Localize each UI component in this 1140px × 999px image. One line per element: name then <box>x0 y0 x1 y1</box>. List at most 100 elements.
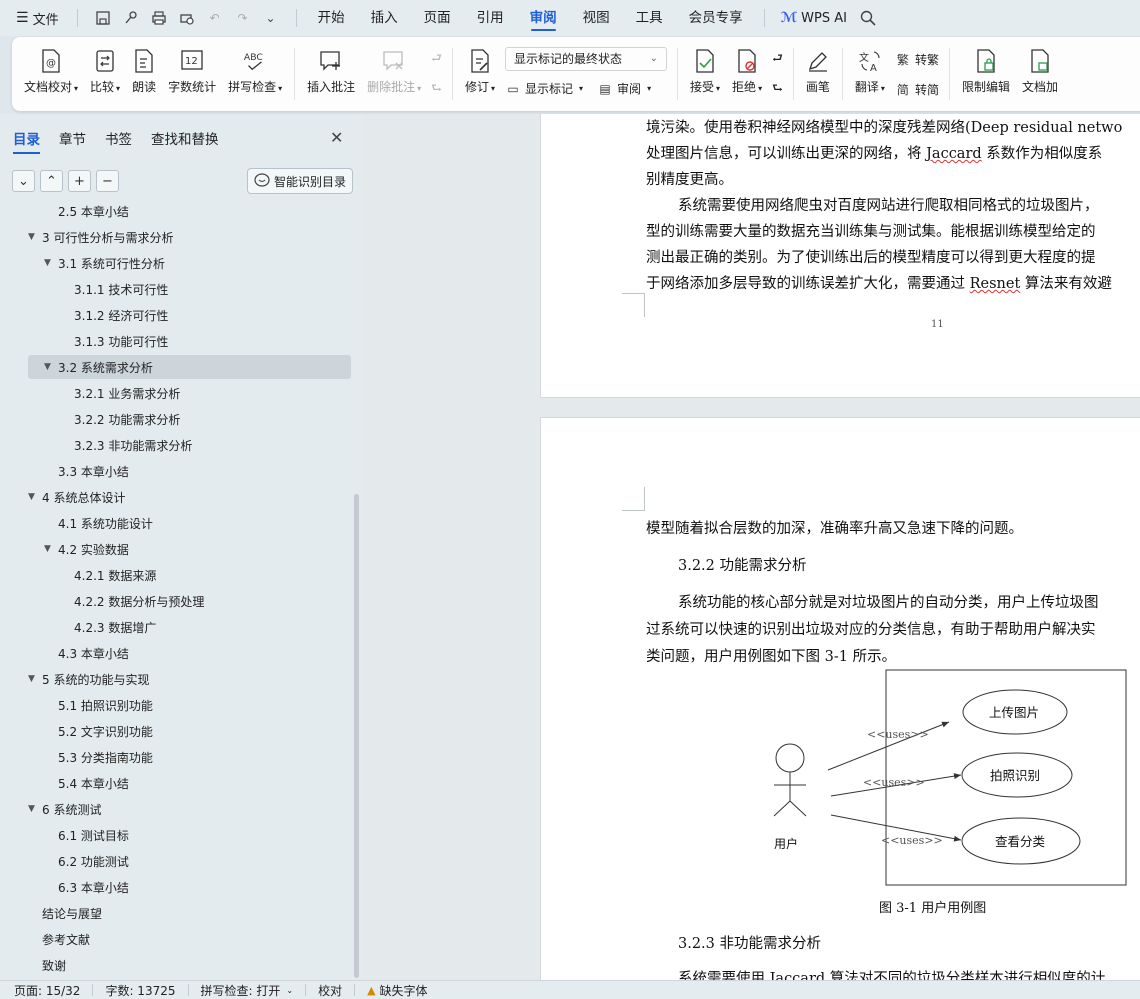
proofread-button[interactable]: 校对 <box>306 982 354 999</box>
print-icon[interactable] <box>150 9 168 27</box>
toc-item-label: 3.2.2 功能需求分析 <box>74 412 181 427</box>
toc-item[interactable]: ▼ 6 系统测试 <box>28 797 351 821</box>
expand-triangle-icon[interactable]: ▼ <box>44 362 58 372</box>
toc-item[interactable]: 4.1 系统功能设计 <box>28 511 351 535</box>
collapse-up-icon[interactable]: ⌃ <box>40 170 63 192</box>
toc-item[interactable]: 4.2.2 数据分析与预处理 <box>28 589 351 613</box>
save-icon[interactable] <box>94 9 112 27</box>
body-text: 过系统可以快速的识别出垃圾对应的分类信息，有助于帮助用户解决实 <box>646 622 1096 638</box>
toc-item[interactable]: ▼ 3.2 系统需求分析 <box>28 355 351 379</box>
accept-button[interactable]: 接受 ▾ <box>684 44 726 104</box>
toc-item[interactable]: ▼ 5 系统的功能与实现 <box>28 667 351 691</box>
tab-toc[interactable]: 目录 <box>13 128 40 154</box>
toc-item[interactable]: 致谢 <box>28 953 351 977</box>
toc-item[interactable]: 3.2.2 功能需求分析 <box>28 407 351 431</box>
toc-item[interactable]: 3.1.3 功能可行性 <box>28 329 351 353</box>
tab-insert[interactable]: 插入 <box>358 0 411 36</box>
tab-find-replace[interactable]: 查找和替换 <box>151 128 219 148</box>
review-pane-button[interactable]: ▤ 审阅 ▾ <box>597 76 651 102</box>
toc-item[interactable]: 6.1 测试目标 <box>28 823 351 847</box>
print-preview-icon[interactable] <box>178 9 196 27</box>
toc-item[interactable]: ▼ 3.1 系统可行性分析 <box>28 251 351 275</box>
to-traditional-button[interactable]: 繁 转繁 <box>895 46 939 72</box>
toc-item[interactable]: ▼ 4.2 实验数据 <box>28 537 351 561</box>
tab-view[interactable]: 视图 <box>570 0 623 36</box>
file-menu[interactable]: ☰ 文件 <box>0 9 69 28</box>
tab-bookmarks[interactable]: 书签 <box>105 128 132 148</box>
show-markup-button[interactable]: ▭ 显示标记 ▾ <box>505 76 583 102</box>
tab-references[interactable]: 引用 <box>464 0 517 36</box>
toc-item[interactable]: ▼ 3 可行性分析与需求分析 <box>28 225 351 249</box>
display-mode-select[interactable]: 显示标记的最终状态 ⌄ <box>505 46 668 71</box>
toc-item[interactable]: 参考文献 <box>28 927 351 951</box>
doc-protect-button[interactable]: 文档加 <box>1016 44 1064 104</box>
spell-check-indicator[interactable]: 拼写检查: 打开 ⌄ <box>189 982 306 999</box>
next-change-icon[interactable]: ⮑ <box>772 76 783 102</box>
toc-item[interactable]: 3.3 本章小结 <box>28 459 351 483</box>
toc-item[interactable]: 5.3 分类指南功能 <box>28 745 351 769</box>
share-icon[interactable] <box>122 9 140 27</box>
missing-font-button[interactable]: ▲ 缺失字体 <box>355 982 439 999</box>
toc-item[interactable]: 4.3 本章小结 <box>28 641 351 665</box>
compare-button[interactable]: 比较 ▾ <box>84 44 126 104</box>
expand-down-icon[interactable]: ⌄ <box>12 170 35 192</box>
toc-item[interactable]: 6.3 本章小结 <box>28 875 351 899</box>
tab-member[interactable]: 会员专享 <box>676 0 756 36</box>
to-simplified-button[interactable]: 简 转简 <box>895 76 939 102</box>
word-count-label: 字数统计 <box>168 80 217 94</box>
word-count-indicator[interactable]: 字数: 13725 <box>93 982 187 999</box>
expand-triangle-icon[interactable]: ▼ <box>44 544 58 554</box>
previous-comment-icon[interactable]: ⮐ <box>431 46 442 72</box>
tab-home[interactable]: 开始 <box>305 0 358 36</box>
expand-triangle-icon[interactable]: ▼ <box>28 804 42 814</box>
tab-sections[interactable]: 章节 <box>59 128 86 148</box>
status-bar: 页面: 15/32 字数: 13725 拼写检查: 打开 ⌄ 校对 ▲ 缺失字体 <box>0 980 1140 999</box>
toc-item[interactable]: 3.2.1 业务需求分析 <box>28 381 351 405</box>
expand-triangle-icon[interactable]: ▼ <box>28 232 42 242</box>
wps-ai-button[interactable]: ℳ WPS AI <box>781 10 847 26</box>
insert-comment-button[interactable]: 插入批注 <box>301 44 361 104</box>
tab-review[interactable]: 审阅 <box>517 0 570 36</box>
toc-item[interactable]: 5.4 本章小结 <box>28 771 351 795</box>
expand-triangle-icon[interactable]: ▼ <box>28 674 42 684</box>
traditional-icon: 繁 <box>896 52 909 67</box>
doc-check-button[interactable]: @ 文档校对 ▾ <box>18 44 84 104</box>
minus-icon[interactable]: − <box>96 170 119 192</box>
translate-button[interactable]: 文A 翻译 ▾ <box>849 44 891 104</box>
restrict-edit-button[interactable]: 限制编辑 <box>956 44 1016 104</box>
expand-triangle-icon[interactable]: ▼ <box>28 492 42 502</box>
toc-item[interactable]: 5.2 文字识别功能 <box>28 719 351 743</box>
add-icon[interactable]: + <box>68 170 91 192</box>
expand-triangle-icon[interactable]: ▼ <box>44 258 58 268</box>
toc-item[interactable]: 结论与展望 <box>28 901 351 925</box>
toc-item[interactable]: 3.1.1 技术可行性 <box>28 277 351 301</box>
tab-page[interactable]: 页面 <box>411 0 464 36</box>
toc-item[interactable]: ▼ 4 系统总体设计 <box>28 485 351 509</box>
page-indicator[interactable]: 页面: 15/32 <box>0 982 92 999</box>
smart-toc-button[interactable]: 智能识别目录 <box>247 168 354 194</box>
chevron-down-icon[interactable]: ⌄ <box>262 9 280 27</box>
pen-icon <box>806 48 830 74</box>
toc-item[interactable]: 2.5 本章小结 <box>28 199 351 223</box>
toc-item[interactable]: 4.2.3 数据增广 <box>28 615 351 639</box>
toc-item[interactable]: 6.2 功能测试 <box>28 849 351 873</box>
toc-item[interactable]: 5.1 拍照识别功能 <box>28 693 351 717</box>
next-comment-icon[interactable]: ⮑ <box>431 76 442 102</box>
close-icon[interactable]: ✕ <box>330 128 343 147</box>
revise-button[interactable]: 修订 ▾ <box>459 44 501 104</box>
search-icon[interactable] <box>859 9 877 27</box>
toc-item[interactable]: 3.2.3 非功能需求分析 <box>28 433 351 457</box>
toc-item[interactable]: 4.2.1 数据来源 <box>28 563 351 587</box>
reject-button[interactable]: 拒绝 ▾ <box>726 44 768 104</box>
toc-item[interactable]: 3.1.2 经济可行性 <box>28 303 351 327</box>
previous-change-icon[interactable]: ⮐ <box>772 46 783 72</box>
tab-tools[interactable]: 工具 <box>623 0 676 36</box>
word-count-button[interactable]: 12 字数统计 <box>162 44 222 104</box>
pen-button[interactable]: 画笔 <box>800 44 836 104</box>
delete-comment-button[interactable]: 删除批注 ▾ <box>361 44 427 104</box>
undo-icon[interactable]: ↶ <box>206 9 224 27</box>
redo-icon[interactable]: ↷ <box>234 9 252 27</box>
read-aloud-button[interactable]: 朗读 <box>126 44 162 104</box>
spell-check-button[interactable]: ABC 拼写检查 ▾ <box>222 44 288 104</box>
toc-scrollbar[interactable] <box>354 494 359 978</box>
